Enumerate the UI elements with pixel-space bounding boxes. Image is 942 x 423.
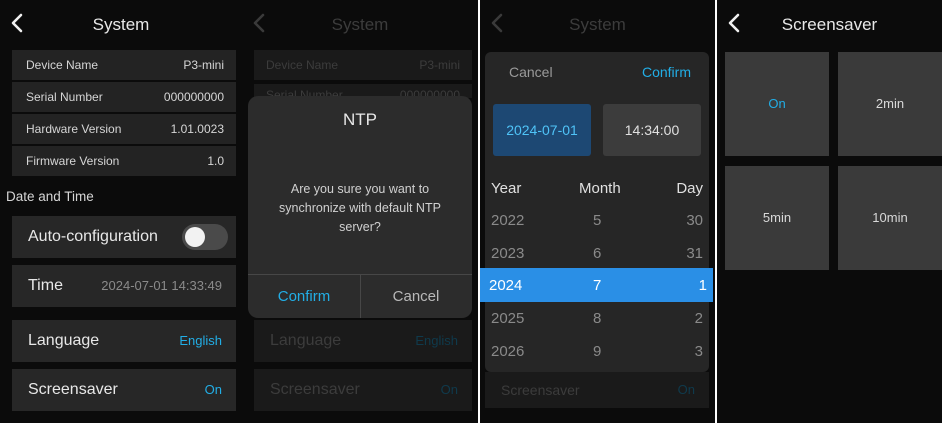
time-row[interactable]: Time 2024-07-01 14:33:49 [12, 265, 236, 307]
date-tab[interactable]: 2024-07-01 [493, 104, 591, 156]
year-option[interactable]: 2026 [491, 343, 524, 360]
info-row-hardware-version: Hardware Version 1.01.0023 [12, 114, 236, 144]
month-option[interactable]: 9 [593, 343, 601, 360]
row-label: Language [28, 332, 100, 349]
row-label: Time [28, 277, 63, 294]
row-label: Screensaver [28, 381, 118, 398]
ntp-dialog-panel: System Device Name P3-mini Serial Number… [242, 0, 478, 423]
date-time-picker: Cancel Confirm 2024-07-01 14:34:00 Year … [480, 52, 713, 372]
month-option[interactable]: 5 [593, 212, 601, 229]
cancel-button[interactable]: Cancel [360, 275, 472, 318]
header: Screensaver [717, 0, 942, 48]
page-title: System [92, 15, 150, 34]
month-option-selected[interactable]: 7 [593, 277, 601, 294]
row-label: Hardware Version [26, 122, 122, 136]
year-option[interactable]: 2023 [491, 245, 524, 262]
language-value: English [415, 333, 458, 348]
year-option-selected[interactable]: 2024 [489, 277, 522, 294]
confirm-button[interactable]: Confirm [248, 275, 360, 318]
date-picker-panel: System Cancel Confirm 2024-07-01 14:34:0… [480, 0, 715, 423]
row-label: Screensaver [501, 382, 580, 398]
header: System [0, 0, 242, 48]
screensaver-option-5min[interactable]: 5min [725, 166, 829, 270]
screensaver-option-on[interactable]: On [725, 52, 829, 156]
day-option[interactable]: 3 [695, 343, 703, 360]
row-label: Device Name [26, 58, 99, 72]
auto-configuration-toggle[interactable] [182, 224, 228, 250]
screensaver-panel: Screensaver On 2min 5min 10min [717, 0, 942, 423]
day-option-selected[interactable]: 1 [699, 277, 707, 294]
month-option[interactable]: 6 [593, 245, 601, 262]
row-label: Firmware Version [26, 154, 120, 168]
row-label: Screensaver [270, 381, 360, 398]
header: System [480, 0, 715, 48]
system-settings-panel: System Device Name P3-mini Serial Number… [0, 0, 242, 423]
row-value: P3-mini [183, 58, 224, 72]
row-value: P3-mini [419, 58, 460, 72]
row-value: 1.0 [207, 154, 224, 168]
year-option[interactable]: 2022 [491, 212, 524, 229]
row-label: Auto-configuration [28, 228, 158, 245]
year-option[interactable]: 2025 [491, 310, 524, 327]
info-row-firmware-version: Firmware Version 1.0 [12, 146, 236, 176]
day-option[interactable]: 30 [686, 212, 703, 229]
dialog-message: Are you sure you want to synchronize wit… [279, 182, 441, 234]
screensaver-row[interactable]: Screensaver On [12, 369, 236, 411]
info-row-device-name: Device Name P3-mini [254, 50, 472, 80]
section-date-time: Date and Time [6, 189, 94, 204]
row-value: 1.01.0023 [170, 122, 224, 136]
column-header-day: Day [676, 180, 703, 197]
time-value: 2024-07-01 14:33:49 [101, 278, 222, 293]
page-title: Screensaver [781, 15, 878, 34]
toggle-knob [185, 227, 205, 247]
row-label: Language [270, 332, 342, 349]
screensaver-option-2min[interactable]: 2min [838, 52, 942, 156]
screensaver-row: Screensaver On [254, 369, 472, 411]
column-header-month: Month [579, 180, 621, 197]
dialog-title: NTP [343, 110, 377, 129]
ntp-dialog: NTP Are you sure you want to synchronize… [248, 96, 472, 318]
column-header-year: Year [491, 180, 522, 197]
screensaver-row: Screensaver On [485, 372, 709, 408]
screensaver-value: On [677, 382, 695, 397]
language-value: English [179, 333, 222, 348]
screensaver-value: On [204, 382, 222, 397]
info-row-serial-number: Serial Number 000000000 [12, 82, 236, 112]
cancel-button[interactable]: Cancel [509, 64, 553, 80]
row-label: Device Name [266, 58, 339, 72]
info-row-device-name: Device Name P3-mini [12, 50, 236, 80]
time-tab[interactable]: 14:34:00 [603, 104, 701, 156]
day-option[interactable]: 31 [686, 245, 703, 262]
confirm-button[interactable]: Confirm [642, 64, 691, 80]
page-title: System [569, 15, 626, 34]
page-title: System [331, 15, 389, 34]
screensaver-value: On [440, 382, 458, 397]
header: System [242, 0, 478, 48]
auto-configuration-row[interactable]: Auto-configuration [12, 216, 236, 258]
row-value: 000000000 [163, 90, 224, 104]
language-row: Language English [254, 320, 472, 362]
screensaver-option-10min[interactable]: 10min [838, 166, 942, 270]
month-option[interactable]: 8 [593, 310, 601, 327]
language-row[interactable]: Language English [12, 320, 236, 362]
row-label: Serial Number [26, 90, 103, 104]
day-option[interactable]: 2 [695, 310, 703, 327]
